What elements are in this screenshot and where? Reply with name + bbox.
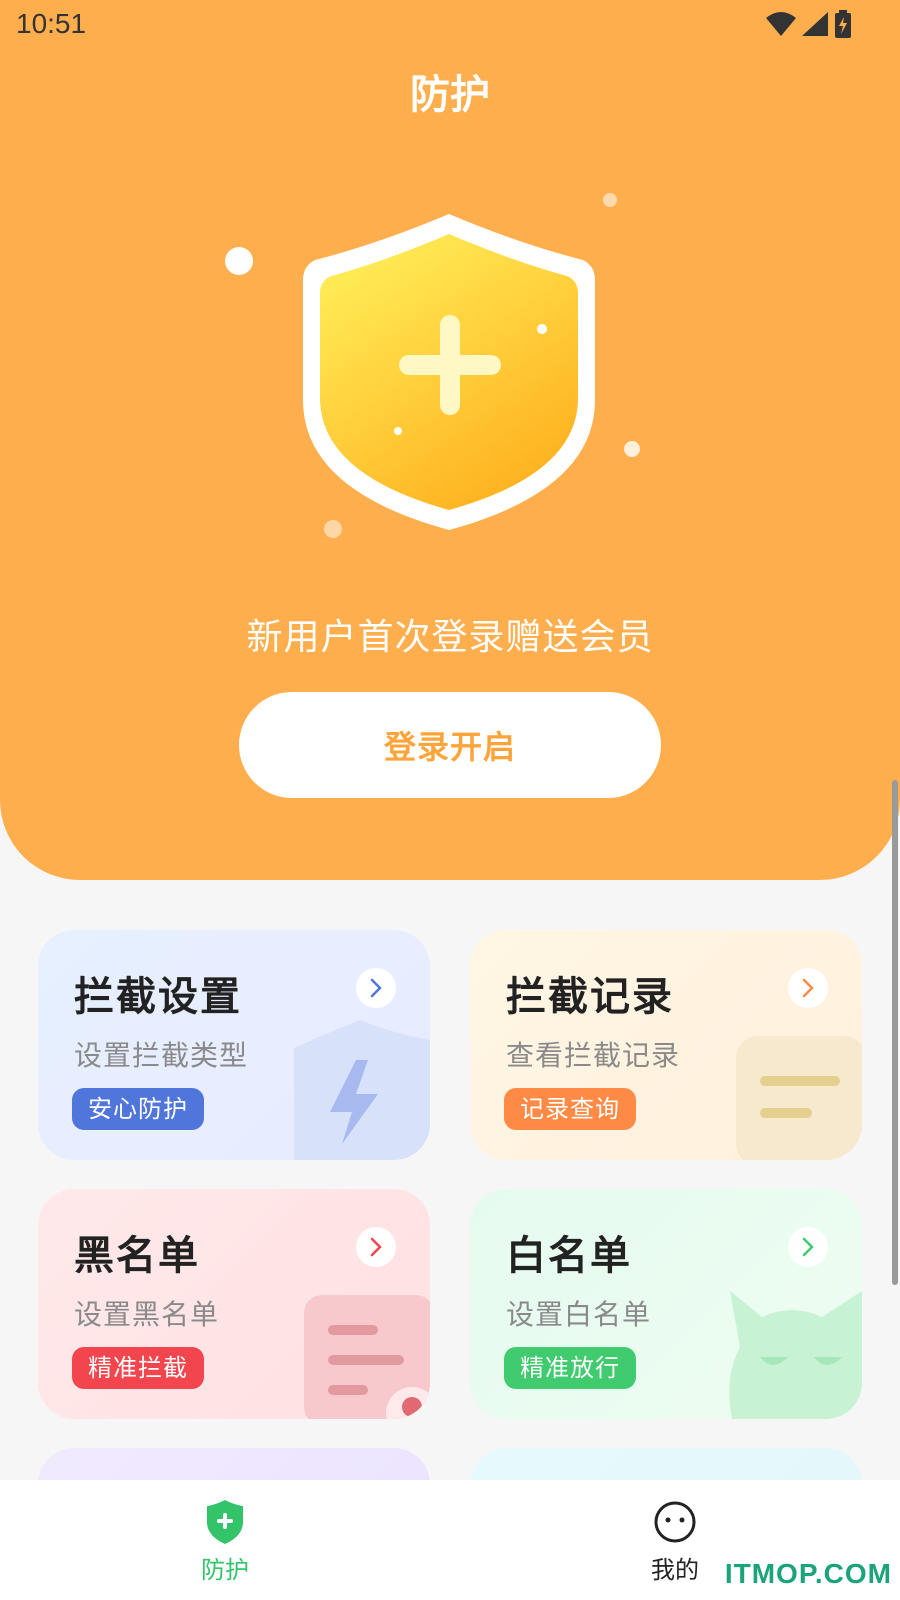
- login-button[interactable]: 登录开启: [239, 692, 661, 798]
- card-title: 白名单: [506, 1233, 632, 1279]
- watermark: ITMOP.COM: [724, 1558, 892, 1589]
- card-title: 拦截设置: [74, 974, 242, 1020]
- card-badge: 安心防护: [72, 1088, 204, 1130]
- list-user-icon: [304, 1295, 430, 1419]
- shield-plus-icon: [207, 1500, 243, 1544]
- card-badge: 精准放行: [504, 1347, 636, 1389]
- card-blacklist[interactable]: 黑名单 设置黑名单 精准拦截: [38, 1189, 430, 1419]
- nav-label: 我的: [651, 1556, 699, 1584]
- shield-bolt-icon: [294, 1020, 430, 1160]
- card-badge: 记录查询: [504, 1088, 636, 1130]
- card-intercept-records[interactable]: 拦截记录 查看拦截记录 记录查询: [470, 930, 862, 1160]
- hero-banner: 10:51 防护 新用户首次登录赠送会员 登录开启: [0, 0, 900, 880]
- document-icon: [736, 1036, 862, 1160]
- face-icon: [654, 1501, 696, 1543]
- card-intercept-settings[interactable]: 拦截设置 设置拦截类型 安心防护: [38, 930, 430, 1160]
- chevron-right-icon[interactable]: [788, 968, 828, 1008]
- promo-text: 新用户首次登录赠送会员: [246, 617, 654, 658]
- card-badge: 精准拦截: [72, 1347, 204, 1389]
- chevron-right-icon[interactable]: [356, 968, 396, 1008]
- card-whitelist[interactable]: 白名单 设置白名单 精准放行: [470, 1189, 862, 1419]
- card-subtitle: 设置拦截类型: [74, 1039, 249, 1072]
- devil-face-icon: [729, 1291, 862, 1419]
- nav-label: 防护: [201, 1556, 249, 1584]
- card-title: 黑名单: [74, 1233, 200, 1279]
- card-subtitle: 设置白名单: [506, 1298, 652, 1331]
- card-subtitle: 查看拦截记录: [506, 1039, 681, 1072]
- chevron-right-icon[interactable]: [356, 1227, 396, 1267]
- card-subtitle: 设置黑名单: [74, 1298, 220, 1331]
- scrollbar[interactable]: [892, 780, 898, 1285]
- card-title: 拦截记录: [506, 974, 674, 1020]
- nav-item-protect[interactable]: 防护: [125, 1480, 325, 1600]
- chevron-right-icon[interactable]: [788, 1227, 828, 1267]
